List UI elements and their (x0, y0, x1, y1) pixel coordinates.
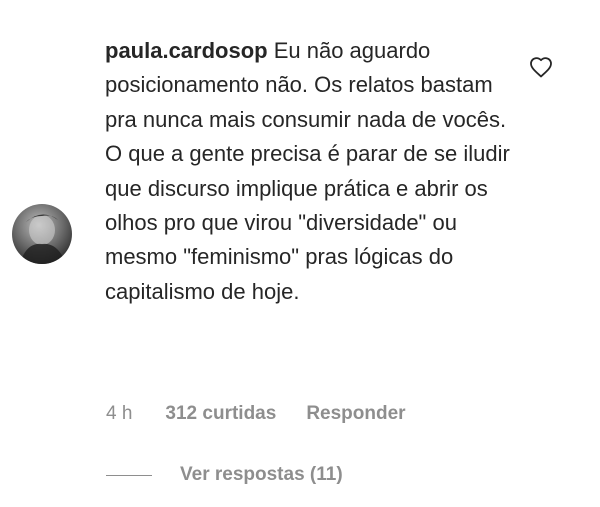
likes-count[interactable]: 312 curtidas (165, 403, 276, 425)
reply-button[interactable]: Responder (306, 403, 405, 425)
replies-divider (106, 474, 152, 476)
like-button[interactable] (529, 56, 553, 78)
comment-text: Eu não aguardo posicionamento não. Os re… (105, 38, 510, 304)
avatar-photo (12, 204, 72, 264)
view-replies-button[interactable]: Ver respostas (11) (106, 464, 343, 486)
comment-username[interactable]: paula.cardosop (105, 38, 268, 63)
comment-meta: 4 h 312 curtidas Responder (106, 403, 406, 425)
comment-timestamp[interactable]: 4 h (106, 403, 132, 425)
view-replies-label: Ver respostas (11) (180, 464, 343, 485)
heart-outline-icon (530, 57, 552, 78)
comment-body: paula.cardosop Eu não aguardo posicionam… (105, 34, 515, 309)
avatar[interactable] (12, 204, 72, 264)
